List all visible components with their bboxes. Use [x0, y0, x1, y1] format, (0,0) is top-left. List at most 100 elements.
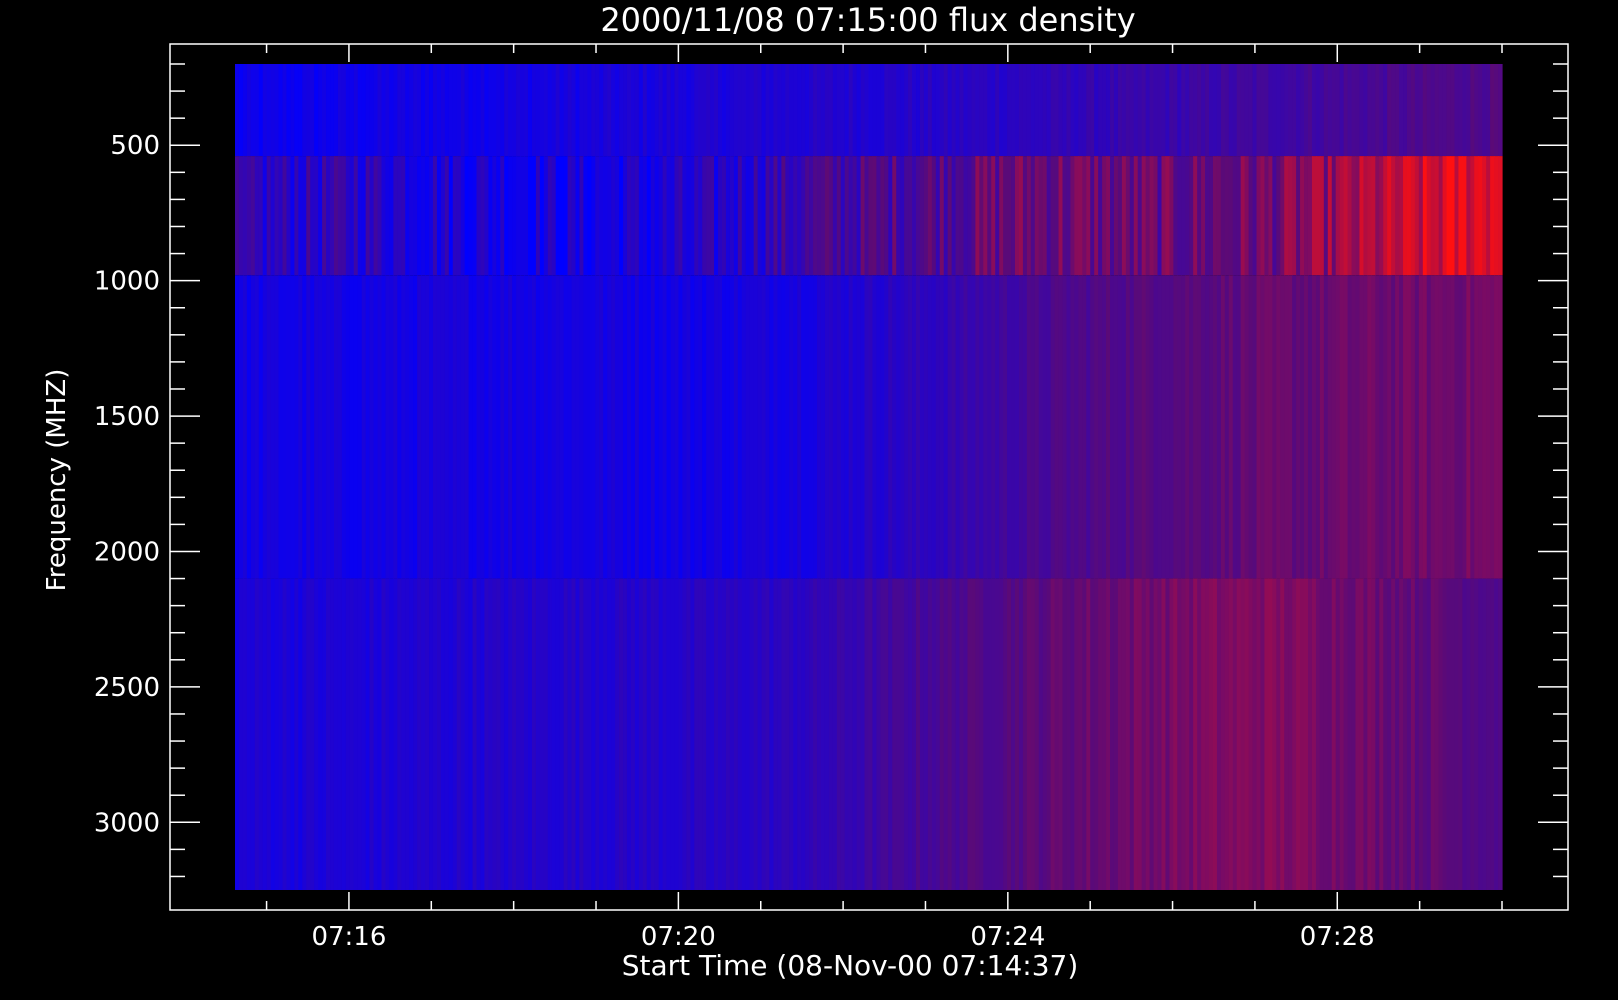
heatmap-cell	[575, 156, 581, 276]
heatmap-cell	[563, 275, 569, 579]
heatmap-cell	[892, 156, 897, 276]
heatmap-cell	[1284, 275, 1289, 579]
heatmap-cell	[725, 275, 731, 579]
heatmap-cell	[302, 275, 307, 579]
heatmap-cell	[642, 275, 648, 579]
heatmap-cell	[745, 275, 751, 579]
heatmap-band	[235, 578, 1503, 890]
heatmap-cell	[1383, 578, 1388, 890]
heatmap-cell	[235, 578, 240, 890]
heatmap-cell	[1292, 578, 1297, 890]
heatmap-cell	[1446, 275, 1452, 579]
heatmap-cell	[876, 275, 881, 579]
heatmap-cell	[290, 156, 295, 276]
heatmap-cell	[1339, 156, 1345, 276]
heatmap-cell	[603, 275, 608, 579]
y-tick-label: 2000	[94, 537, 160, 567]
heatmap-cell	[1018, 275, 1024, 579]
heatmap-cell	[432, 64, 438, 157]
heatmap-cell	[666, 275, 672, 579]
heatmap-cell	[836, 156, 842, 276]
heatmap-cell	[571, 275, 577, 579]
heatmap-cell	[254, 156, 260, 276]
heatmap-cell	[468, 275, 474, 579]
heatmap-cell	[868, 578, 874, 890]
heatmap-cell	[880, 156, 885, 276]
heatmap-cell	[1268, 578, 1273, 890]
heatmap-cell	[896, 275, 901, 579]
heatmap-cell	[235, 275, 240, 579]
heatmap-cell	[1113, 578, 1119, 890]
heatmap-cell	[939, 156, 945, 276]
heatmap-cell	[634, 578, 640, 890]
heatmap-cell	[1494, 275, 1499, 579]
heatmap-cell	[706, 578, 711, 890]
heatmap-cell	[623, 156, 628, 276]
heatmap-cell	[1205, 156, 1210, 276]
heatmap-cell	[646, 156, 652, 276]
heatmap-cell	[603, 578, 608, 890]
heatmap-cell	[824, 275, 830, 579]
heatmap-cell	[1478, 578, 1483, 890]
heatmap-cell	[674, 156, 680, 276]
heatmap-cell	[1121, 156, 1127, 276]
heatmap-cell	[1149, 156, 1155, 276]
heatmap-cell	[488, 275, 493, 579]
heatmap-cell	[330, 64, 335, 157]
heatmap-cell	[440, 156, 446, 276]
heatmap-cell	[725, 578, 731, 890]
heatmap-cell	[413, 156, 418, 276]
heatmap-cell	[440, 578, 446, 890]
heatmap-cell	[1102, 578, 1107, 890]
heatmap-cell	[250, 275, 256, 579]
heatmap-cell	[1050, 156, 1056, 276]
heatmap-cell	[278, 64, 284, 157]
heatmap-cell	[1363, 275, 1368, 579]
heatmap-cell	[1300, 578, 1305, 890]
heatmap-cell	[781, 156, 786, 276]
heatmap-cell	[1252, 275, 1258, 579]
heatmap-cell	[381, 64, 387, 157]
heatmap-cell	[1149, 578, 1155, 890]
heatmap-cell	[551, 578, 557, 890]
heatmap-cell	[813, 275, 818, 579]
heatmap-cell	[1414, 275, 1420, 579]
heatmap-cell	[516, 64, 521, 157]
heatmap-cell	[919, 578, 925, 890]
heatmap-cell	[468, 156, 474, 276]
heatmap-cell	[579, 275, 585, 579]
heatmap-cell	[1050, 275, 1056, 579]
heatmap-cell	[1490, 275, 1495, 579]
heatmap-cell	[1125, 275, 1131, 579]
heatmap-cell	[1074, 275, 1079, 579]
heatmap-cell	[852, 578, 858, 890]
heatmap-cell	[710, 156, 715, 276]
heatmap-cell	[1478, 275, 1483, 579]
heatmap-cell	[1426, 64, 1432, 157]
heatmap-cell	[1236, 578, 1242, 890]
heatmap-cell	[983, 156, 988, 276]
heatmap-cell	[1197, 275, 1202, 579]
heatmap-cell	[999, 578, 1004, 890]
heatmap-cell	[524, 156, 529, 276]
heatmap-cell	[1446, 578, 1452, 890]
heatmap-cell	[551, 275, 557, 579]
heatmap-cell	[1331, 578, 1337, 890]
heatmap-cell	[1007, 578, 1012, 890]
heatmap-cell	[1470, 275, 1475, 579]
heatmap-cell	[1078, 578, 1083, 890]
heatmap-cell	[242, 578, 248, 890]
heatmap-cell	[959, 578, 965, 890]
heatmap-cell	[1050, 64, 1056, 157]
heatmap-cell	[607, 64, 612, 157]
heatmap-cell	[650, 578, 656, 890]
heatmap-cell	[662, 275, 668, 579]
heatmap-cell	[512, 578, 517, 890]
heatmap-cell	[318, 156, 323, 276]
heatmap-cell	[1406, 64, 1412, 157]
heatmap-cell	[872, 275, 878, 579]
heatmap-cell	[619, 578, 624, 890]
heatmap-cell	[860, 578, 866, 890]
heatmap-cell	[318, 64, 323, 157]
heatmap-cell	[615, 578, 620, 890]
